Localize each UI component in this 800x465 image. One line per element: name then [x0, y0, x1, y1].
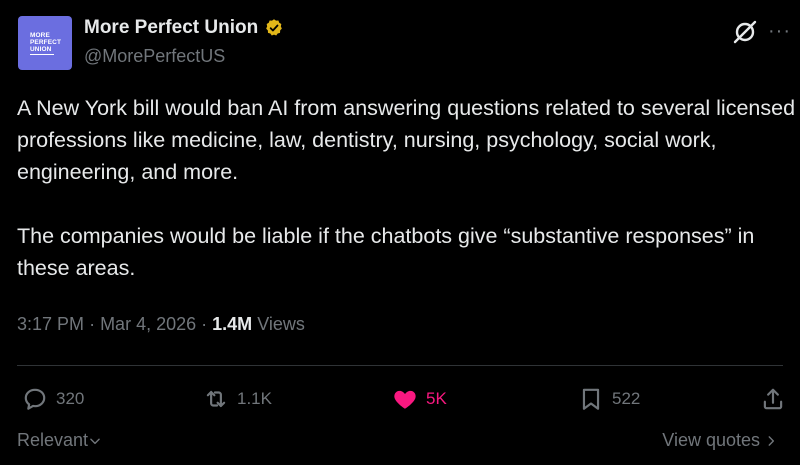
meta-separator: ·: [89, 314, 101, 334]
display-name[interactable]: More Perfect Union: [84, 17, 258, 39]
repost-button[interactable]: 1.1K: [203, 382, 272, 416]
avatar-text-line-3: UNION: [30, 45, 52, 53]
more-icon[interactable]: ···: [768, 20, 791, 43]
avatar-text-line-2: PERFECT: [30, 38, 62, 46]
like-icon: [394, 390, 416, 409]
grok-icon[interactable]: [732, 19, 758, 45]
avatar-text-line-1: MORE: [30, 31, 50, 39]
reply-button[interactable]: 320: [22, 382, 84, 416]
reply-icon: [24, 388, 46, 410]
bookmark-icon: [582, 388, 600, 410]
avatar[interactable]: MORE PERFECT UNION: [18, 16, 72, 70]
action-bar: 320 1.1K 5K 522: [0, 382, 800, 416]
tweet-time[interactable]: 3:17 PM: [17, 314, 84, 334]
chevron-down-icon: [90, 438, 100, 444]
view-quotes-link[interactable]: View quotes: [662, 430, 778, 451]
views-count: 1.4M: [212, 314, 253, 334]
author-name-row: More Perfect Union: [84, 17, 284, 39]
repost-count: 1.1K: [237, 389, 272, 408]
like-button[interactable]: 5K: [392, 382, 447, 416]
views-label: Views: [257, 314, 305, 334]
avatar-underline: [30, 53, 54, 55]
sort-label: Relevant: [17, 430, 89, 450]
meta-separator: ·: [201, 314, 213, 334]
view-quotes-label: View quotes: [662, 430, 760, 450]
share-button[interactable]: [760, 382, 786, 416]
tweet-date[interactable]: Mar 4, 2026: [100, 314, 196, 334]
chevron-right-icon: [768, 435, 775, 446]
divider: [17, 365, 783, 366]
verified-badge-icon[interactable]: [264, 18, 284, 38]
repost-icon: [206, 390, 226, 408]
handle[interactable]: @MorePerfectUS: [84, 46, 225, 67]
bookmark-count: 522: [612, 389, 641, 408]
tweet-paragraph-1: A New York bill would ban AI from answer…: [17, 96, 796, 184]
sort-relevant-dropdown[interactable]: Relevant: [17, 430, 102, 451]
share-icon: [763, 388, 783, 410]
tweet-text: A New York bill would ban AI from answer…: [17, 92, 797, 284]
tweet-meta: 3:17 PM · Mar 4, 2026 · 1.4M Views: [17, 314, 305, 335]
bookmark-button[interactable]: 522: [578, 382, 640, 416]
like-count: 5K: [426, 389, 447, 408]
tweet-paragraph-2: The companies would be liable if the cha…: [17, 224, 755, 280]
reply-count: 320: [56, 389, 85, 408]
